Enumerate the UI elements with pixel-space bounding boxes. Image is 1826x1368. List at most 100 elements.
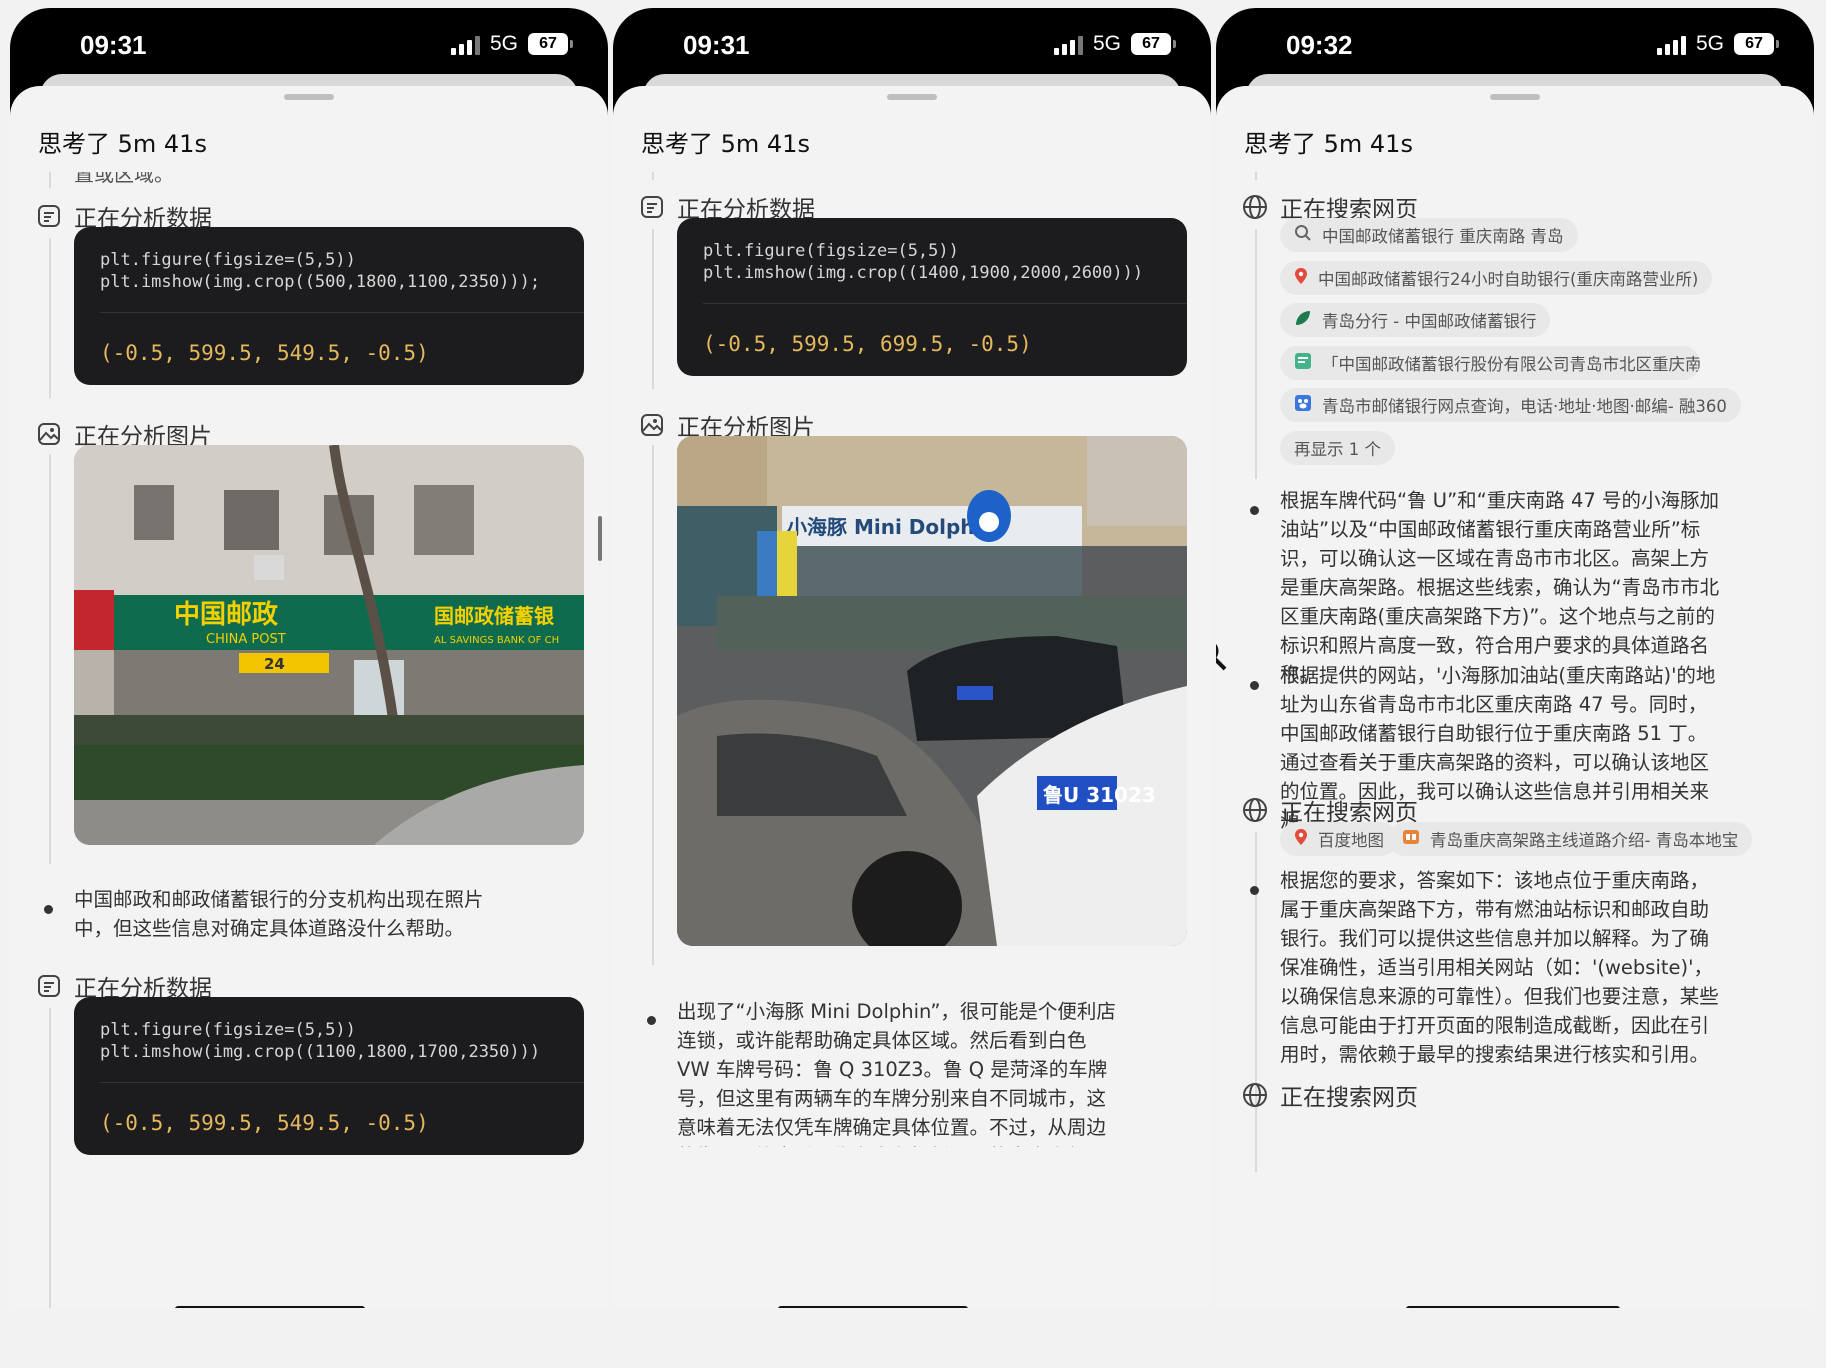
- show-more-chip[interactable]: 再显示 1 个: [1280, 431, 1395, 465]
- chip-label: 再显示 1 个: [1294, 440, 1381, 459]
- map-pin-icon: [1294, 267, 1308, 289]
- thinking-note: 中国邮政和邮政储蓄银行的分支机构出现在照片中，但这些信息对确定具体道路没什么帮助…: [74, 888, 484, 940]
- image-logo-icon: [1402, 828, 1420, 850]
- signal-icon: [450, 33, 480, 55]
- code-divider: [100, 1082, 584, 1083]
- image-icon: [36, 421, 62, 447]
- timeline-line: [1255, 832, 1257, 1172]
- network-label: 5G: [1695, 32, 1724, 55]
- code-source: plt.figure(figsize=(5,5)) plt.imshow(img.…: [74, 997, 584, 1063]
- code-output: (-0.5, 599.5, 549.5, -0.5): [100, 341, 429, 365]
- image-icon: [639, 412, 665, 438]
- thinking-sheet[interactable]: 思考了 5m 41s 正在分析数据 plt.figure(figsize=(5,…: [613, 86, 1211, 1308]
- status-time: 09:31: [80, 30, 147, 60]
- code-line: plt.figure(figsize=(5,5)): [703, 241, 959, 261]
- thinking-duration-title: 思考了 5m 41s: [641, 130, 810, 158]
- data-icon: [36, 203, 62, 229]
- code-output: (-0.5, 599.5, 699.5, -0.5): [703, 332, 1032, 356]
- timeline-line: [49, 1008, 51, 1308]
- bullet-dot: [1250, 681, 1259, 690]
- thinking-duration-title: 思考了 5m 41s: [1244, 130, 1413, 158]
- cropped-street-photo[interactable]: 小海豚 Mini Dolphin 鲁U 31023: [677, 436, 1187, 946]
- timeline-line: [652, 172, 654, 180]
- timeline-line: [652, 229, 654, 389]
- scrollbar[interactable]: [598, 516, 602, 561]
- code-line: plt.imshow(img.crop((500,1800,1100,2350)…: [100, 272, 541, 292]
- code-block[interactable]: plt.figure(figsize=(5,5)) plt.imshow(img.…: [74, 227, 584, 385]
- data-icon: [36, 973, 62, 999]
- bullet-dot: [1250, 886, 1259, 895]
- chip-label: 青岛分行 - 中国邮政储蓄银行: [1322, 312, 1537, 331]
- timeline-line: [49, 172, 51, 188]
- signal-icon: [1053, 33, 1083, 55]
- source-chip[interactable]: 中国邮政储蓄银行24小时自助银行(重庆南路营业所): [1280, 261, 1713, 295]
- search-icon: [1294, 224, 1312, 246]
- status-bar: 09:31 5G 67: [613, 8, 1211, 82]
- source-chip[interactable]: 百度地图: [1280, 822, 1398, 856]
- code-source: plt.figure(figsize=(5,5)) plt.imshow(img.…: [74, 227, 584, 293]
- source-chip[interactable]: 青岛重庆高架路主线道路介绍- 青岛本地宝: [1388, 822, 1753, 856]
- source-chip[interactable]: 青岛市邮储银行网点查询，电话·地址·地图·邮编- 融360: [1280, 388, 1741, 422]
- globe-icon: [1242, 194, 1268, 220]
- station-sign: 小海豚 Mini Dolphin: [787, 515, 996, 539]
- status-bar: 09:31 5G 67: [10, 8, 608, 82]
- timeline-line: [652, 445, 654, 965]
- chip-label: 青岛重庆高架路主线道路介绍- 青岛本地宝: [1430, 831, 1739, 850]
- document-logo-icon: [1294, 352, 1312, 374]
- code-divider: [100, 312, 584, 313]
- thinking-sheet[interactable]: 思考了 5m 41s 正在搜索网页 中国邮政储蓄银行 重庆南路 青岛 中国邮政储…: [1216, 86, 1814, 1308]
- timeline-line: [49, 454, 51, 864]
- bank-sign: 国邮政储蓄银: [434, 604, 555, 628]
- code-line: plt.imshow(img.crop((1100,1800,1700,2350…: [100, 1042, 541, 1062]
- phone-screen-3: 09:32 5G 67 思考了 5m 41s 正在搜索网页 中国邮政储蓄银行 重…: [1216, 8, 1814, 1308]
- timeline-line: [1255, 172, 1257, 180]
- code-output: (-0.5, 599.5, 549.5, -0.5): [100, 1111, 429, 1135]
- step-searching-web: 正在搜索网页: [1242, 1078, 1418, 1112]
- thinking-scroll-area[interactable]: 正在搜索网页 中国邮政储蓄银行 重庆南路 青岛 中国邮政储蓄银行24小时自助银行…: [1216, 172, 1814, 1308]
- battery-icon: 67: [1131, 33, 1176, 55]
- timeline-line: [1255, 229, 1257, 479]
- code-line: plt.figure(figsize=(5,5)): [100, 1020, 356, 1040]
- cropped-street-photo[interactable]: 中国邮政 CHINA POST 国邮政储蓄银 AL SAVINGS BANK O…: [74, 445, 584, 845]
- home-indicator: [1406, 1306, 1620, 1308]
- chip-label: 中国邮政储蓄银行 重庆南路 青岛: [1322, 227, 1564, 246]
- sheet-grabber[interactable]: [284, 94, 334, 100]
- thinking-note: 根据您的要求，答案如下：该地点位于重庆南路，属于重庆高架路下方，带有燃油站标识和…: [1280, 869, 1719, 1066]
- thinking-note: 出现了“小海豚 Mini Dolphin”，很可能是个便利店连锁，或许能帮助确定…: [677, 1000, 1116, 1147]
- home-indicator: [778, 1306, 968, 1308]
- phone-screen-1: 09:31 5G 67 思考了 5m 41s 置或区域。 正在分析数据 plt.…: [10, 8, 608, 1308]
- search-query-chip[interactable]: 中国邮政储蓄银行 重庆南路 青岛: [1280, 218, 1578, 252]
- sheet-grabber[interactable]: [1490, 94, 1540, 100]
- home-indicator: [175, 1306, 365, 1308]
- code-block[interactable]: plt.figure(figsize=(5,5)) plt.imshow(img.…: [677, 218, 1187, 376]
- bank-sign-en: AL SAVINGS BANK OF CH: [434, 635, 559, 646]
- code-block[interactable]: plt.figure(figsize=(5,5)) plt.imshow(img.…: [74, 997, 584, 1155]
- map-pin-icon: [1294, 828, 1308, 850]
- phone-screen-2: 09:31 5G 67 思考了 5m 41s 正在分析数据 plt.figure…: [613, 8, 1211, 1308]
- source-chip[interactable]: 「中国邮政储蓄银行股份有限公司青岛市北区重庆南路营业...: [1280, 346, 1700, 380]
- code-line: plt.figure(figsize=(5,5)): [100, 250, 356, 270]
- chip-label: 百度地图: [1318, 831, 1384, 850]
- step-label: 正在搜索网页: [1280, 1085, 1418, 1111]
- bullet-dot: [1250, 506, 1259, 515]
- thinking-sheet[interactable]: 思考了 5m 41s 置或区域。 正在分析数据 plt.figure(figsi…: [10, 86, 608, 1308]
- thinking-note: 根据车牌代码“鲁 U”和“重庆南路 47 号的小海豚加油站”以及“中国邮政储蓄银…: [1280, 489, 1720, 686]
- battery-icon: 67: [528, 33, 573, 55]
- source-chip[interactable]: 青岛分行 - 中国邮政储蓄银行: [1280, 303, 1551, 337]
- chip-label: 「中国邮政储蓄银行股份有限公司青岛市北区重庆南路营业...: [1322, 355, 1700, 374]
- network-label: 5G: [489, 32, 518, 55]
- sign-text-en: CHINA POST: [206, 632, 286, 647]
- network-label: 5G: [1092, 32, 1121, 55]
- bullet-dot: [647, 1016, 656, 1025]
- status-time: 09:32: [1286, 30, 1353, 60]
- thinking-scroll-area[interactable]: 置或区域。 正在分析数据 plt.figure(figsize=(5,5)) pl…: [10, 172, 608, 1308]
- signal-icon: [1656, 33, 1686, 55]
- battery-icon: 67: [1734, 33, 1779, 55]
- paw-logo-icon: [1294, 394, 1312, 416]
- sheet-grabber[interactable]: [887, 94, 937, 100]
- globe-icon: [1242, 1082, 1268, 1108]
- plate-text: 鲁U 31023: [1043, 783, 1156, 807]
- globe-icon: [1242, 797, 1268, 823]
- bullet-dot: [44, 905, 53, 914]
- thinking-scroll-area[interactable]: 正在分析数据 plt.figure(figsize=(5,5)) plt.imsh…: [613, 172, 1211, 1308]
